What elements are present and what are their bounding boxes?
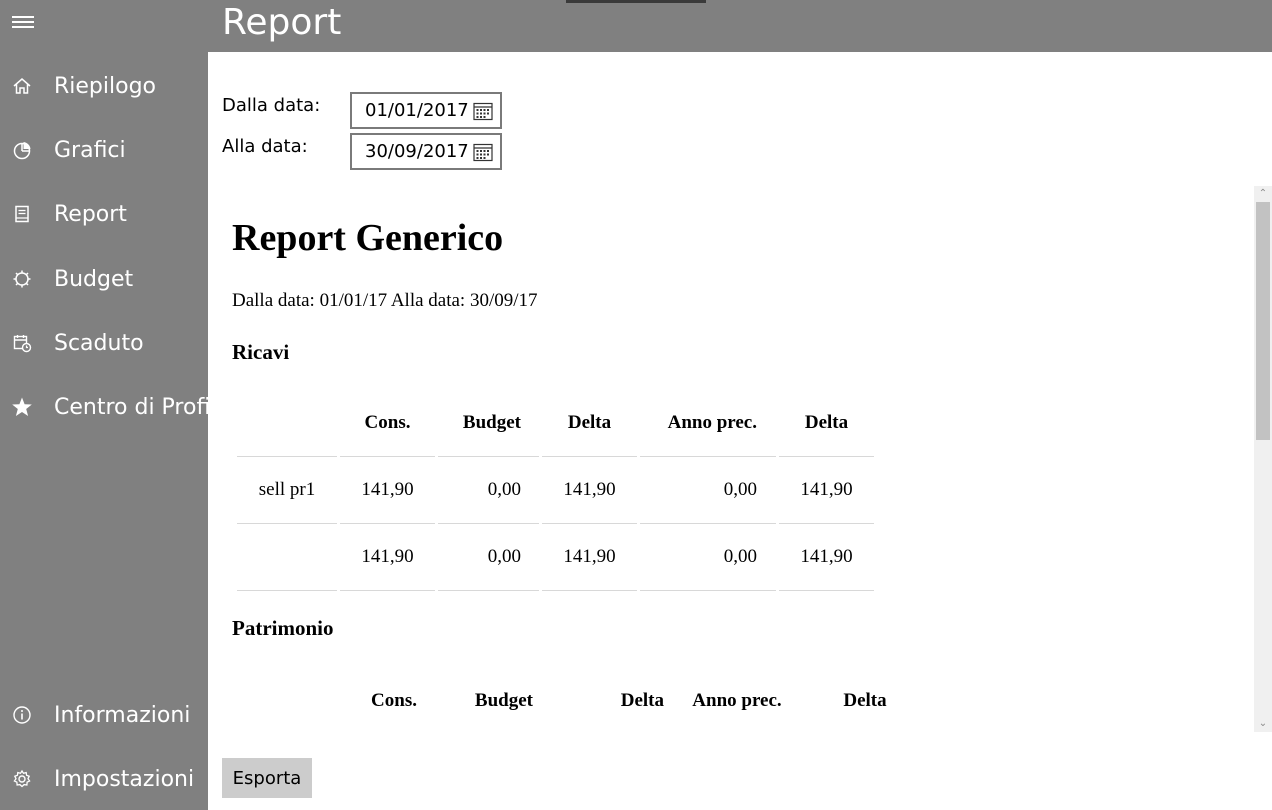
- table-cell: 141,90: [542, 523, 637, 591]
- table-cell: 141,90: [542, 456, 637, 523]
- sidebar-item-label: Scaduto: [54, 330, 144, 356]
- sidebar-item-scaduto[interactable]: Scaduto: [0, 315, 208, 371]
- ricavi-table: Cons. Budget Delta Anno prec. Delta sell…: [234, 390, 877, 591]
- patrimonio-table: Cons. Budget Delta Anno prec. Delta: [238, 668, 923, 732]
- sidebar-item-budget[interactable]: Budget: [0, 251, 208, 307]
- column-header: Delta: [620, 690, 664, 711]
- column-header: Cons.: [371, 690, 417, 711]
- sidebar-item-impostazioni[interactable]: Impostazioni: [0, 751, 208, 807]
- sidebar: Riepilogo Grafici Report Budget Scaduto …: [0, 0, 208, 810]
- sidebar-item-centro-di-profitto[interactable]: Centro di Profitto: [0, 379, 208, 435]
- from-date-value: 01/01/2017: [365, 100, 469, 121]
- scroll-down-arrow-icon[interactable]: ⌄: [1254, 716, 1272, 732]
- table-header-row: Cons. Budget Delta Anno prec. Delta: [237, 390, 874, 456]
- column-header: Cons.: [364, 412, 411, 433]
- calendar-icon[interactable]: [473, 101, 493, 121]
- report-title: Report Generico: [232, 217, 504, 259]
- info-icon: [11, 704, 33, 726]
- table-cell: 141,90: [779, 456, 874, 523]
- title-bar-drag-line: [566, 0, 706, 3]
- sidebar-item-label: Grafici: [54, 137, 126, 163]
- table-cell: 141,90: [779, 523, 874, 591]
- to-date-value: 30/09/2017: [365, 141, 469, 162]
- sidebar-item-report[interactable]: Report: [0, 186, 208, 242]
- table-cell: 0,00: [640, 523, 776, 591]
- scroll-up-arrow-icon[interactable]: ⌃: [1254, 186, 1272, 202]
- sidebar-item-label: Riepilogo: [54, 73, 157, 99]
- to-date-picker[interactable]: 30/09/2017: [350, 133, 502, 170]
- section-title-patrimonio: Patrimonio: [232, 616, 334, 640]
- report-icon: [11, 203, 33, 225]
- column-header: Delta: [567, 412, 612, 433]
- report-viewer[interactable]: Report Generico Dalla data: 01/01/17 All…: [208, 186, 1254, 732]
- table-cell: 0,00: [640, 456, 776, 523]
- export-button[interactable]: Esporta: [222, 758, 312, 798]
- table-cell: 141,90: [340, 456, 435, 523]
- hamburger-menu-icon[interactable]: [12, 13, 34, 33]
- report-date-range: Dalla data: 01/01/17 Alla data: 30/09/17: [232, 290, 538, 311]
- budget-icon: [11, 268, 33, 290]
- section-title-ricavi: Ricavi: [232, 340, 290, 364]
- column-header: Delta: [804, 412, 849, 433]
- table-cell: 141,90: [340, 523, 435, 591]
- table-cell: 0,00: [438, 456, 539, 523]
- sidebar-item-label: Informazioni: [54, 702, 191, 728]
- to-date-label: Alla data:: [222, 136, 308, 157]
- sidebar-item-riepilogo[interactable]: Riepilogo: [0, 58, 208, 114]
- sidebar-item-label: Impostazioni: [54, 766, 195, 792]
- column-header: Anno prec.: [667, 412, 757, 433]
- scrollbar-thumb[interactable]: [1256, 202, 1270, 440]
- table-header-row: Cons. Budget Delta Anno prec. Delta: [241, 668, 920, 732]
- calendar-icon[interactable]: [473, 142, 493, 162]
- sidebar-item-informazioni[interactable]: Informazioni: [0, 687, 208, 743]
- column-header: [237, 390, 337, 456]
- page-header: Report: [208, 0, 1272, 52]
- pie-chart-icon: [11, 139, 33, 161]
- table-cell: 0,00: [438, 523, 539, 591]
- calendar-clock-icon: [11, 332, 33, 354]
- table-cell: [237, 523, 337, 591]
- column-header: Delta: [843, 690, 887, 711]
- from-date-picker[interactable]: 01/01/2017: [350, 92, 502, 129]
- from-date-label: Dalla data:: [222, 95, 321, 116]
- table-row: sell pr1 141,90 0,00 141,90 0,00 141,90: [237, 456, 874, 523]
- page-title: Report: [222, 2, 342, 43]
- sidebar-item-label: Centro di Profitto: [54, 394, 208, 420]
- sidebar-item-grafici[interactable]: Grafici: [0, 122, 208, 178]
- column-header: Budget: [474, 690, 533, 711]
- star-icon: [11, 396, 33, 418]
- table-cell: sell pr1: [237, 456, 337, 523]
- table-total-row: 141,90 0,00 141,90 0,00 141,90: [237, 523, 874, 591]
- home-icon: [11, 75, 33, 97]
- sidebar-item-label: Budget: [54, 266, 134, 292]
- gear-icon: [11, 768, 33, 790]
- report-scrollbar[interactable]: ⌃ ⌄: [1254, 186, 1272, 732]
- sidebar-item-label: Report: [54, 201, 127, 227]
- column-header: [241, 668, 341, 732]
- column-header: Budget: [462, 412, 521, 433]
- column-header: Anno prec.: [692, 690, 782, 711]
